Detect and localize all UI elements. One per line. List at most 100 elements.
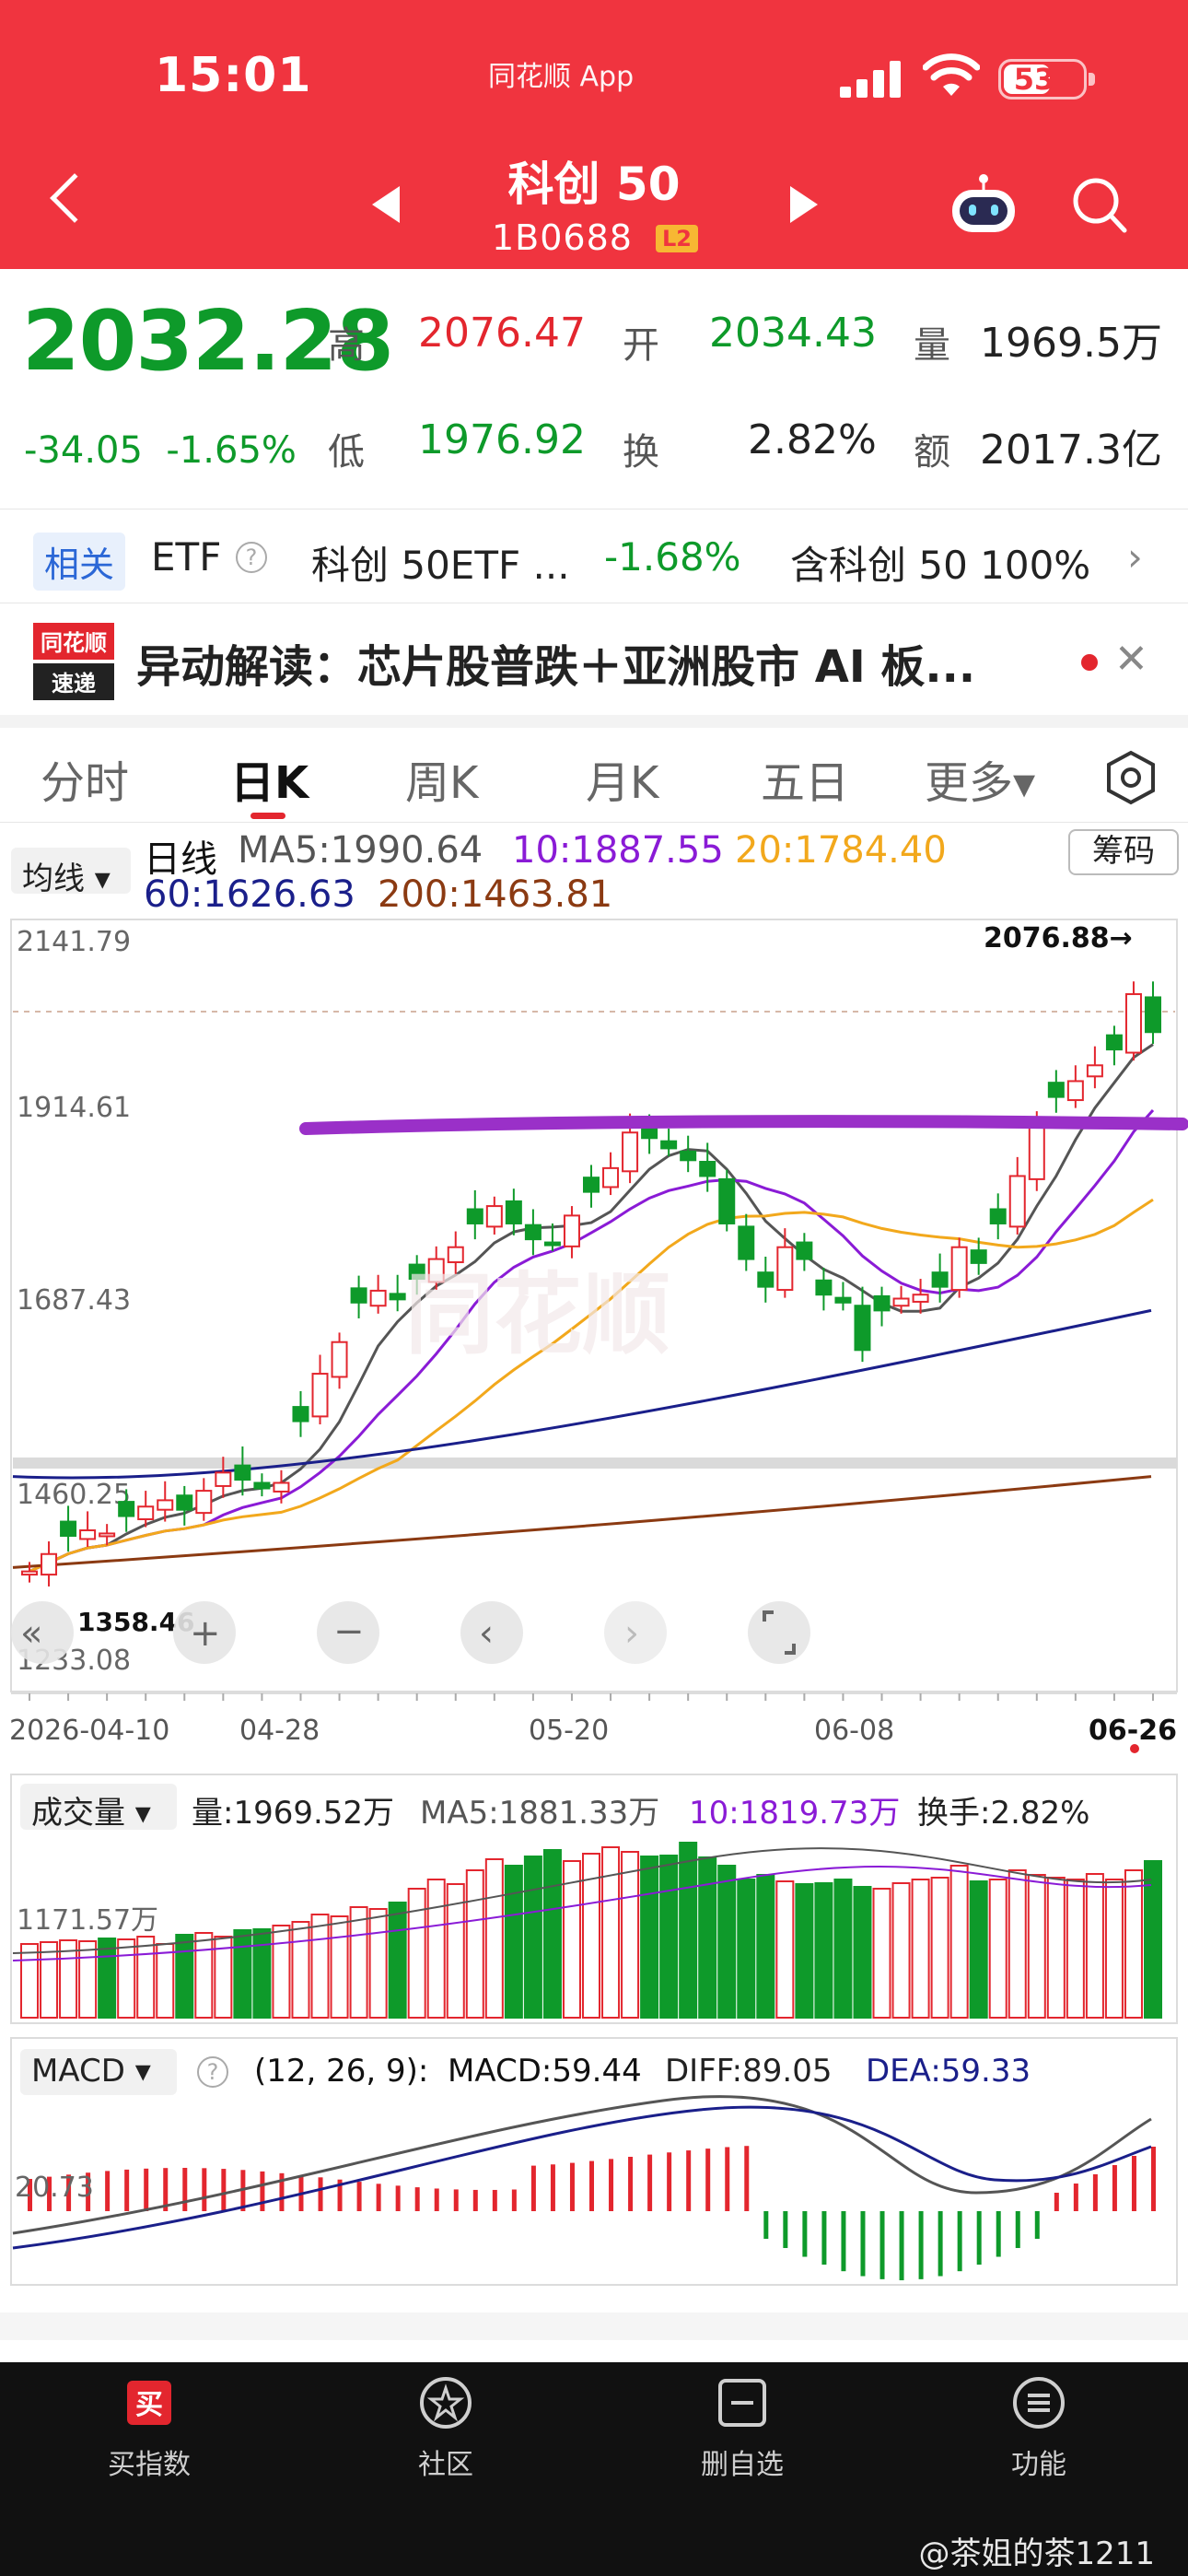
volume-bar: [310, 1914, 330, 2019]
macd-bar: [395, 2185, 401, 2211]
volume-bar: [1066, 1879, 1085, 2019]
volume-bar: [853, 1886, 872, 2019]
macd-bar: [647, 2154, 653, 2211]
macd-bar: [492, 2189, 497, 2211]
y-tick: 1687.43: [17, 1284, 131, 1317]
volume-bar: [930, 1877, 949, 2019]
macd-bar: [124, 2169, 130, 2211]
macd-params: (12, 26, 9):: [254, 2053, 429, 2090]
macd-bar: [589, 2160, 594, 2211]
macd-bar: [144, 2168, 149, 2211]
nav-buy-index[interactable]: 买 买指数: [39, 2362, 260, 2482]
x-tick: 06-26: [1089, 1715, 1177, 1747]
candle: [195, 1490, 213, 1515]
candle: [680, 1150, 697, 1162]
candle: [99, 1532, 116, 1538]
diff-value: DIFF:89.05: [665, 2053, 833, 2090]
nav-community[interactable]: 社区: [335, 2362, 556, 2482]
macd-bar: [918, 2211, 924, 2279]
candle: [892, 1297, 910, 1307]
candle: [1105, 1034, 1123, 1051]
volume-value: 量:1969.52万: [192, 1795, 395, 1832]
candle: [931, 1271, 949, 1288]
candle: [1086, 1064, 1103, 1078]
macd-bar: [105, 2171, 111, 2211]
macd-bar: [376, 2184, 381, 2211]
candle: [660, 1140, 678, 1150]
volume-bar: [20, 1943, 39, 2019]
volume-tick: 1171.57万: [17, 1904, 158, 1937]
macd-bar: [802, 2211, 808, 2257]
macd-bar: [318, 2177, 323, 2211]
candle: [970, 1249, 987, 1264]
volume-bar: [775, 1880, 795, 2019]
volume-bar: [407, 1888, 426, 2019]
help-icon[interactable]: ?: [197, 2056, 228, 2088]
candle: [834, 1296, 852, 1304]
high-marker: 2076.88→: [984, 922, 1133, 954]
volume-bar: [175, 1934, 194, 2019]
candle: [79, 1529, 97, 1540]
weibo-watermark: @茶姐的茶1211: [918, 2535, 1155, 2572]
kline-chart[interactable]: 2141.79 1914.61 1687.43 1460.25 1233.08 …: [0, 0, 1188, 2303]
candle: [1047, 1082, 1065, 1098]
x-tick: 06-08: [814, 1715, 894, 1747]
macd-bar: [996, 2211, 1001, 2257]
macd-bar: [1092, 2174, 1098, 2211]
candle: [292, 1406, 309, 1423]
macd-bar: [182, 2168, 188, 2211]
volume-bar: [1007, 1869, 1027, 2019]
volume-bar: [426, 1879, 446, 2019]
macd-bars: [28, 2146, 1156, 2280]
volume-bar: [795, 1883, 814, 2019]
macd-bar: [1034, 2211, 1040, 2239]
candle: [1145, 996, 1161, 1034]
candle: [485, 1205, 503, 1228]
volume-bar: [659, 1855, 679, 2019]
svg-text:买: 买: [135, 2389, 163, 2421]
macd-tick: 20.73: [15, 2172, 94, 2204]
candle: [622, 1131, 639, 1173]
macd-bar: [1112, 2165, 1117, 2211]
candle: [234, 1464, 251, 1481]
x-tick: 05-20: [529, 1715, 609, 1747]
macd-bar: [221, 2169, 227, 2211]
nav-functions[interactable]: 功能: [928, 2362, 1149, 2482]
volume-bar: [988, 1879, 1007, 2019]
candle: [757, 1271, 775, 1288]
volume-bar: [117, 1938, 136, 2019]
candle: [41, 1552, 58, 1576]
macd-bar: [202, 2168, 207, 2211]
macd-bar: [938, 2211, 943, 2277]
drawn-resistance-line: [299, 1115, 1188, 1135]
volume-bar: [679, 1842, 698, 2019]
candle: [912, 1294, 929, 1303]
candle: [331, 1341, 348, 1378]
candle: [350, 1287, 367, 1304]
macd-bar: [899, 2211, 904, 2280]
volume-bar: [1104, 1879, 1124, 2019]
macd-bar: [705, 2149, 711, 2211]
macd-bar: [550, 2164, 555, 2211]
svg-text:+: +: [190, 1612, 221, 1655]
candle: [1028, 1119, 1045, 1180]
svg-text:同花顺: 同花顺: [405, 1263, 670, 1366]
macd-bar: [821, 2211, 827, 2266]
volume-bar: [698, 1856, 717, 2019]
svg-text:−: −: [333, 1610, 365, 1653]
volume-bar: [388, 1902, 407, 2019]
volume-selector[interactable]: 成交量 ▾: [20, 1784, 177, 1832]
buy-icon: 买: [127, 2381, 171, 2425]
volume-bar: [156, 1943, 175, 2019]
nav-remove-watch[interactable]: 删自选: [632, 2362, 853, 2482]
macd-bar: [667, 2152, 672, 2211]
candle: [137, 1505, 155, 1520]
volume-bar: [872, 1888, 891, 2019]
candle: [60, 1520, 77, 1538]
candle: [873, 1294, 891, 1312]
volume-bar: [368, 1908, 388, 2019]
volume-bar: [136, 1936, 156, 2019]
volume-bar: [717, 1865, 737, 2019]
candle: [1066, 1080, 1084, 1102]
macd-selector[interactable]: MACD ▾: [20, 2049, 177, 2095]
